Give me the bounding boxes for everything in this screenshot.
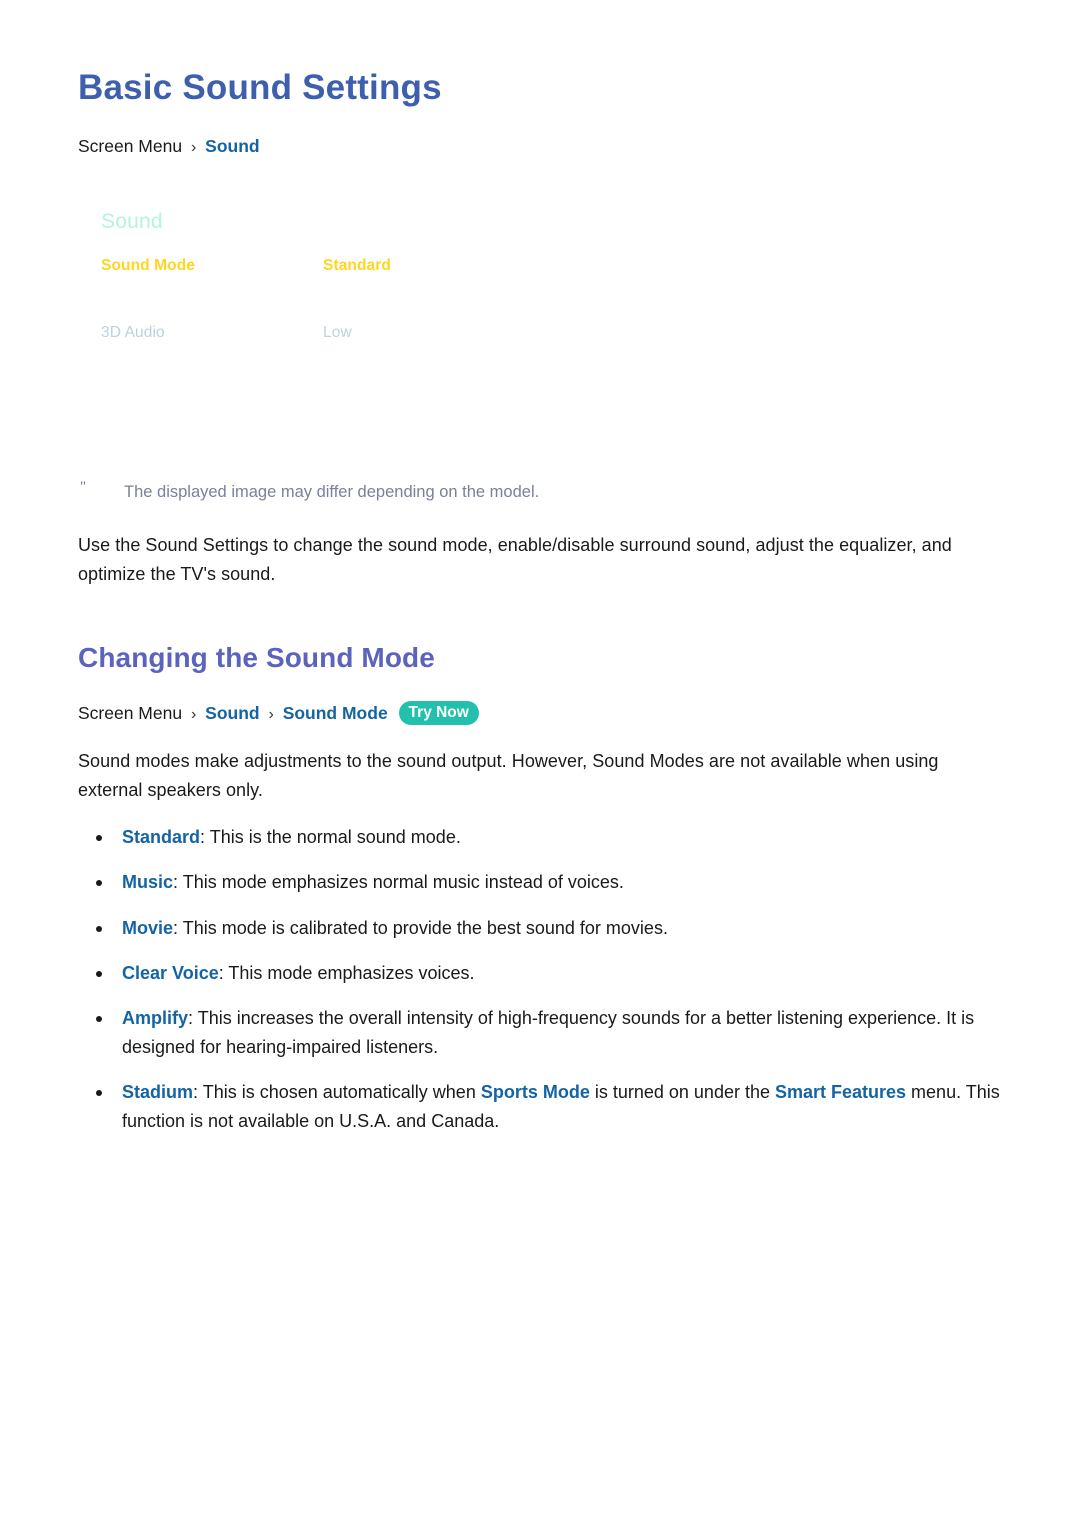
list-item-text: This mode emphasizes voices.	[228, 962, 475, 983]
list-item-term[interactable]: Stadium	[122, 1082, 193, 1102]
tv-menu-row-label: 3D Audio	[101, 324, 165, 342]
chevron-right-icon: ›	[268, 705, 274, 723]
list-item: Amplify: This increases the overall inte…	[78, 1004, 1022, 1062]
list-item-term[interactable]: Standard	[122, 827, 200, 847]
chevron-right-icon: ›	[190, 139, 197, 157]
footnote: " The displayed image may differ dependi…	[78, 479, 1002, 505]
breadcrumb-item-sound-mode[interactable]: Sound Mode	[283, 703, 388, 723]
inline-link-smart-features[interactable]: Smart Features	[775, 1082, 906, 1102]
breadcrumb-top: Screen Menu › Sound	[78, 133, 1002, 160]
section-paragraph: Sound modes make adjustments to the soun…	[78, 750, 939, 801]
breadcrumb-root: Screen Menu	[78, 702, 183, 723]
breadcrumb-item-sound[interactable]: Sound	[205, 136, 259, 156]
tv-menu-mockup: Sound Sound Mode Standard 3D Audio Low	[78, 190, 1002, 480]
list-item-separator: :	[200, 827, 210, 848]
quote-mark-icon: "	[80, 479, 87, 496]
list-item-term[interactable]: Amplify	[122, 1008, 188, 1028]
list-item-term[interactable]: Clear Voice	[122, 963, 219, 983]
list-item-separator: :	[193, 1082, 203, 1103]
breadcrumb-item-sound[interactable]: Sound	[205, 703, 259, 723]
list-item-text: This increases the overall intensity of …	[122, 1007, 975, 1057]
list-item: Music: This mode emphasizes normal music…	[78, 868, 1022, 897]
list-item-separator: :	[173, 872, 183, 893]
list-item-text: This mode is calibrated to provide the b…	[182, 917, 668, 938]
list-item-separator: :	[188, 1007, 198, 1028]
section-heading: Changing the Sound Mode	[78, 642, 435, 674]
tv-menu-row-value: Low	[323, 324, 352, 342]
breadcrumb-root: Screen Menu	[78, 136, 183, 157]
tv-menu-row-label: Sound Mode	[101, 257, 195, 275]
try-now-badge[interactable]: Try Now	[398, 701, 479, 726]
footnote-text: The displayed image may differ depending…	[124, 483, 540, 502]
sound-mode-list: Standard: This is the normal sound mode.…	[78, 823, 1002, 1136]
tv-menu-title: Sound	[101, 210, 163, 234]
list-item-separator: :	[218, 962, 229, 983]
list-item-separator: :	[173, 917, 183, 938]
document-page: Basic Sound Settings Screen Menu › Sound…	[78, 0, 1002, 1152]
tv-menu-row-value: Standard	[323, 257, 391, 275]
list-item: Movie: This mode is calibrated to provid…	[78, 914, 1022, 943]
list-item: Standard: This is the normal sound mode.	[78, 823, 1022, 852]
list-item-text: is turned on under the	[589, 1082, 775, 1103]
list-item-text: This mode emphasizes normal music instea…	[182, 872, 624, 893]
intro-paragraph: Use the Sound Settings to change the sou…	[78, 535, 952, 585]
list-item-text: This is chosen automatically when	[202, 1082, 481, 1103]
inline-link-sports-mode[interactable]: Sports Mode	[481, 1082, 590, 1102]
list-item-text: This is the normal sound mode.	[209, 827, 461, 848]
list-item: Stadium: This is chosen automatically wh…	[78, 1078, 1022, 1136]
breadcrumb-section: Screen Menu › Sound › Sound Mode Try Now	[78, 700, 1002, 727]
list-item: Clear Voice: This mode emphasizes voices…	[78, 959, 1022, 988]
list-item-term[interactable]: Movie	[122, 918, 173, 938]
chevron-right-icon: ›	[190, 705, 197, 723]
list-item-term[interactable]: Music	[122, 872, 173, 892]
page-title: Basic Sound Settings	[78, 68, 442, 107]
